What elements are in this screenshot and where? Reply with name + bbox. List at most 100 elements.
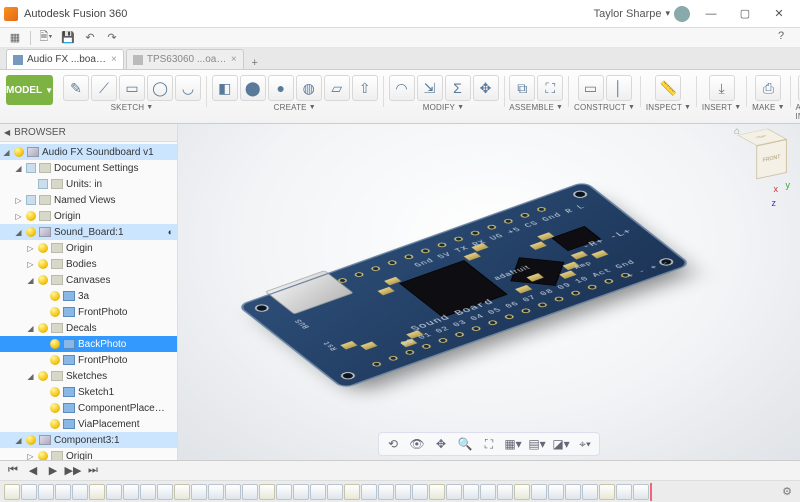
lightbulb-icon[interactable]	[50, 403, 60, 413]
undo-button[interactable]: ↶	[81, 30, 99, 46]
joint-button[interactable]: ⧉	[509, 75, 535, 101]
group-label[interactable]: MODIFY ▼	[423, 103, 464, 112]
cyl-button[interactable]: ⬤	[240, 75, 266, 101]
close-icon[interactable]: ×	[231, 54, 237, 65]
torus-button[interactable]: ◍	[296, 75, 322, 101]
tab-tps63060[interactable]: TPS63060 ...oard v8* ×	[126, 49, 244, 69]
save-button[interactable]: 💾	[59, 30, 77, 46]
timeline-play-button[interactable]: ▶	[44, 463, 62, 479]
viewcube[interactable]: ⌂ FRONT RIGHT TOP	[740, 132, 786, 178]
new-tab-button[interactable]: +	[246, 57, 264, 69]
timeline-feature[interactable]	[225, 484, 241, 500]
tree-node[interactable]: ◢Canvases	[0, 272, 177, 288]
group-label[interactable]: CREATE ▼	[274, 103, 316, 112]
timeline-feature[interactable]	[582, 484, 598, 500]
timeline-feature[interactable]	[446, 484, 462, 500]
tab-audio-fx[interactable]: Audio FX ...board v1* ×	[6, 49, 124, 69]
tree-node[interactable]: ◢Audio FX Soundboard v1	[0, 144, 177, 160]
timeline-feature[interactable]	[497, 484, 513, 500]
tree-node[interactable]: ▷Origin	[0, 208, 177, 224]
tree-node[interactable]: ComponentPlacement	[0, 400, 177, 416]
arc-button[interactable]: ◡	[175, 75, 201, 101]
group-label[interactable]: INSERT ▼	[702, 103, 742, 112]
lightbulb-icon[interactable]	[26, 163, 36, 173]
user-menu[interactable]: Taylor Sharpe ▾	[594, 6, 690, 22]
timeline-feature[interactable]	[361, 484, 377, 500]
plane-button[interactable]: ▱	[324, 75, 350, 101]
timeline-feature[interactable]	[310, 484, 326, 500]
lightbulb-icon[interactable]	[26, 227, 36, 237]
expand-icon[interactable]: ▷	[14, 196, 23, 205]
lightbulb-icon[interactable]	[38, 243, 48, 253]
timeline-feature[interactable]	[616, 484, 632, 500]
close-icon[interactable]: ×	[111, 54, 117, 65]
timeline-feature[interactable]	[55, 484, 71, 500]
timeline-feature[interactable]	[276, 484, 292, 500]
press-button[interactable]: ⇲	[417, 75, 443, 101]
timeline-feature[interactable]	[293, 484, 309, 500]
viewcube-front[interactable]: FRONT	[756, 139, 787, 179]
sketch-button[interactable]: ✎	[63, 75, 89, 101]
tree-node[interactable]: ▷Origin	[0, 240, 177, 256]
tree-node[interactable]: ▷Named Views	[0, 192, 177, 208]
timeline-feature[interactable]	[548, 484, 564, 500]
browser-header[interactable]: ◀ BROWSER	[0, 124, 177, 142]
expand-icon[interactable]: ◢	[14, 436, 23, 445]
orbit-button[interactable]: ⟲	[383, 435, 403, 453]
display-button[interactable]: ▦▾	[503, 435, 523, 453]
timeline-feature[interactable]	[4, 484, 20, 500]
file-menu[interactable]: 🗎▾	[37, 30, 55, 46]
timeline-first-button[interactable]: ⏮	[4, 463, 22, 479]
redo-button[interactable]: ↷	[103, 30, 121, 46]
expand-icon[interactable]: ▷	[26, 260, 35, 269]
timeline-feature[interactable]	[463, 484, 479, 500]
timeline-feature[interactable]	[242, 484, 258, 500]
data-panel-button[interactable]: ▦	[6, 30, 24, 46]
grid-button[interactable]: ▤▾	[527, 435, 547, 453]
group-label[interactable]: MAKE ▼	[752, 103, 785, 112]
box-button[interactable]: ◧	[212, 75, 238, 101]
expand-icon[interactable]: ◢	[26, 372, 35, 381]
timeline-feature[interactable]	[123, 484, 139, 500]
lightbulb-icon[interactable]	[26, 195, 36, 205]
expand-icon[interactable]: ◢	[26, 276, 35, 285]
close-button[interactable]: ✕	[762, 3, 796, 25]
timeline-feature[interactable]	[208, 484, 224, 500]
timeline-feature[interactable]	[565, 484, 581, 500]
insert-button[interactable]: ⤓	[709, 75, 735, 101]
lightbulb-icon[interactable]	[38, 451, 48, 460]
timeline-prev-button[interactable]: ◀	[24, 463, 42, 479]
extrude-button[interactable]: ⇧	[352, 75, 378, 101]
expand-icon[interactable]: ◢	[2, 148, 11, 157]
tree-node[interactable]: ◢Document Settings	[0, 160, 177, 176]
lightbulb-icon[interactable]	[26, 435, 36, 445]
timeline-feature[interactable]	[531, 484, 547, 500]
tree-node[interactable]: ◢Sketches	[0, 368, 177, 384]
pan-button[interactable]: ✥	[431, 435, 451, 453]
timeline-marker[interactable]	[650, 483, 652, 501]
lightbulb-icon[interactable]	[50, 339, 60, 349]
sigma-button[interactable]: Σ	[445, 75, 471, 101]
tree-node[interactable]: ▷Origin	[0, 448, 177, 460]
tree-node[interactable]: FrontPhoto	[0, 352, 177, 368]
fit-button[interactable]: ⛶	[479, 435, 499, 453]
lightbulb-icon[interactable]	[26, 211, 36, 221]
lightbulb-icon[interactable]	[50, 419, 60, 429]
fillet-button[interactable]: ◠	[389, 75, 415, 101]
lightbulb-icon[interactable]	[50, 291, 60, 301]
lightbulb-icon[interactable]	[38, 275, 48, 285]
lightbulb-icon[interactable]	[50, 387, 60, 397]
group-label[interactable]: ADD-INS ▼	[795, 103, 800, 121]
timeline-feature[interactable]	[89, 484, 105, 500]
print-button[interactable]: ⎙	[755, 75, 781, 101]
timeline-feature[interactable]	[429, 484, 445, 500]
link-icon[interactable]: ◐	[168, 227, 173, 237]
viewport[interactable]: ⌂ FRONT RIGHT TOP xyz Gnd 5V TX RX UG +5…	[178, 124, 800, 460]
timeline-feature[interactable]	[72, 484, 88, 500]
tree-node[interactable]: Sketch1	[0, 384, 177, 400]
asm-button[interactable]: ⛶	[537, 75, 563, 101]
timeline-feature[interactable]	[21, 484, 37, 500]
help-button[interactable]: ?	[778, 30, 794, 46]
timeline-feature[interactable]	[106, 484, 122, 500]
tree-node[interactable]: ◢Sound_Board:1◐	[0, 224, 177, 240]
